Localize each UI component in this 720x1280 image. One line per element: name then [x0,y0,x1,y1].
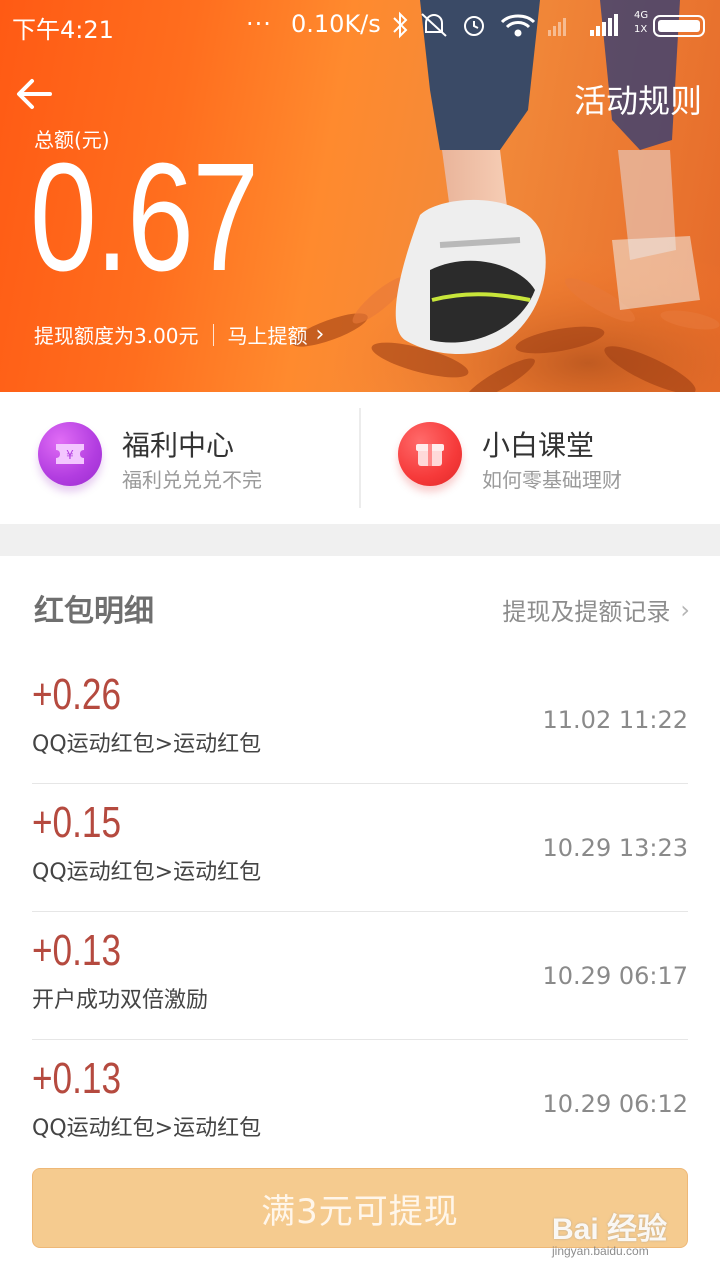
alarm-icon [464,16,484,36]
ticket-icon: ¥ [38,422,102,486]
signal-weak-icon [548,18,566,36]
chevron-right-icon: › [680,595,690,624]
record-description: 开户成功双倍激励 [32,988,209,1013]
bluetooth-icon [393,11,408,39]
beginner-class-shortcut[interactable]: 小白课堂 如何零基础理财 [360,392,720,524]
watermark-url: jingyan.baidu.com [552,1244,649,1258]
status-network-type: 4G [634,10,649,21]
record-amount: +0.26 [32,670,122,719]
shortcut-panel: ¥ 福利中心 福利兑兑兑不完 小白课堂 如何零基础理财 [0,392,720,524]
back-arrow-icon[interactable] [14,74,54,114]
chevron-right-icon: › [315,322,325,347]
record-description: QQ运动红包>运动红包 [32,860,262,885]
gift-box-icon [398,422,462,486]
record-amount: +0.13 [32,1054,122,1103]
section-title: 红包明细 [34,594,154,629]
status-dots: ··· [246,10,272,38]
welfare-center-shortcut[interactable]: ¥ 福利中心 福利兑兑兑不完 [0,392,360,524]
beginner-class-subtitle: 如何零基础理财 [482,468,622,492]
baidu-watermark: Bai 经验 jingyan.baidu.com [548,1196,718,1266]
welfare-center-title: 福利中心 [122,429,235,462]
list-item[interactable]: +0.26 QQ运动红包>运动红包 11.02 11:22 [32,656,688,784]
record-description: QQ运动红包>运动红包 [32,732,262,757]
record-amount: +0.15 [32,798,122,847]
record-time: 10.29 13:23 [542,834,689,862]
status-network-speed: 0.10K/s [291,10,381,38]
wallet-page: 下午4:21 ··· 0.10K/s 4G 1X 活动规则 总额(元) 0.67… [0,0,720,1280]
watermark-text: Bai 经验 [552,1213,668,1246]
list-item[interactable]: +0.13 QQ运动红包>运动红包 10.29 06:12 [32,1040,688,1168]
status-icons [393,11,705,39]
status-bar: 下午4:21 ··· 0.10K/s 4G 1X [0,0,720,50]
status-time: 下午4:21 [12,16,114,44]
record-amount: +0.13 [32,926,122,975]
wifi-icon [500,14,536,37]
list-item[interactable]: +0.15 QQ运动红包>运动红包 10.29 13:23 [32,784,688,912]
list-item[interactable]: +0.13 开户成功双倍激励 10.29 06:17 [32,912,688,1040]
record-description: QQ运动红包>运动红包 [32,1116,262,1141]
withdraw-limit-row: 提现额度为3.00元 马上提额 › [34,320,324,349]
status-sim-type: 1X [634,24,648,35]
signal-strong-icon [590,14,618,36]
activity-rules-button[interactable]: 活动规则 [574,76,702,122]
record-time: 10.29 06:17 [542,962,689,990]
welfare-center-subtitle: 福利兑兑兑不完 [122,468,262,492]
hero-banner: 下午4:21 ··· 0.10K/s 4G 1X 活动规则 总额(元) 0.67… [0,0,720,392]
withdraw-records-link[interactable]: 提现及提额记录 › [502,592,690,627]
battery-icon [653,15,705,37]
beginner-class-title: 小白课堂 [482,429,595,462]
svg-text:¥: ¥ [66,448,74,462]
divider [212,323,214,346]
mute-icon [421,13,447,37]
record-time: 11.02 11:22 [542,706,689,734]
raise-limit-link[interactable]: 马上提额 › [228,320,325,349]
record-time: 10.29 06:12 [542,1090,689,1118]
total-amount: 0.67 [30,131,259,303]
section-spacer [0,524,720,556]
withdraw-limit-text: 提现额度为3.00元 [34,324,199,348]
raise-limit-label: 马上提额 [227,324,308,348]
withdraw-records-label: 提现及提额记录 [502,598,671,626]
